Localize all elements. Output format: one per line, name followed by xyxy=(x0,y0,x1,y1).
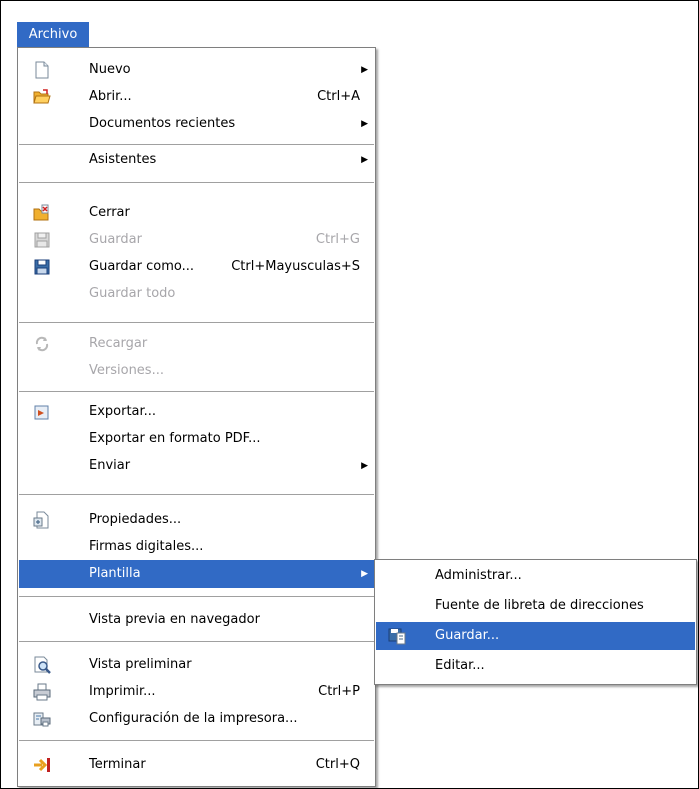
menu-item-plantilla[interactable]: Plantilla ▶ xyxy=(19,560,374,588)
menu-item-label: Versiones... xyxy=(89,363,164,378)
submenu-item-administrar[interactable]: Administrar... xyxy=(376,562,695,590)
menu-item-label: Administrar... xyxy=(435,568,522,583)
menu-item-label: Guardar todo xyxy=(89,286,176,301)
submenu-arrow-icon: ▶ xyxy=(361,119,368,129)
save-template-icon xyxy=(388,628,406,645)
menu-item-guardar-todo[interactable]: Guardar todo xyxy=(19,280,374,308)
menu-item-label: Firmas digitales... xyxy=(89,539,204,554)
menu-item-exportar[interactable]: Exportar... xyxy=(19,398,374,426)
menu-item-nuevo[interactable]: Nuevo ▶ xyxy=(19,56,374,84)
menu-item-guardar-como[interactable]: Guardar como... Ctrl+Mayusculas+S xyxy=(19,253,374,281)
submenu-arrow-icon: ▶ xyxy=(361,569,368,579)
menu-separator xyxy=(19,391,374,392)
menu-item-label: Terminar xyxy=(89,757,146,772)
menu-item-label: Vista preliminar xyxy=(89,657,192,672)
menu-item-label: Imprimir... xyxy=(89,684,156,699)
file-menu: Nuevo ▶ Abrir... Ctrl+A Documentos recie… xyxy=(17,47,376,787)
menu-item-label: Configuración de la impresora... xyxy=(89,711,298,726)
menu-separator xyxy=(19,641,374,642)
shortcut-label: Ctrl+A xyxy=(317,89,360,104)
menu-separator xyxy=(19,144,374,145)
menu-item-label: Recargar xyxy=(89,336,148,351)
menu-item-label: Fuente de libreta de direcciones xyxy=(435,598,644,613)
menu-item-label: Vista previa en navegador xyxy=(89,612,260,627)
open-folder-icon xyxy=(33,89,51,104)
menu-item-label: Plantilla xyxy=(89,566,141,581)
save-as-icon xyxy=(34,259,50,275)
submenu-arrow-icon: ▶ xyxy=(361,461,368,471)
menu-item-propiedades[interactable]: Propiedades... xyxy=(19,506,374,534)
menu-item-recargar[interactable]: Recargar xyxy=(19,330,374,358)
menu-item-label: Exportar en formato PDF... xyxy=(89,431,261,446)
properties-icon xyxy=(33,511,49,529)
submenu-arrow-icon: ▶ xyxy=(361,65,368,75)
shortcut-label: Ctrl+Q xyxy=(315,757,360,772)
close-document-icon xyxy=(33,204,49,221)
template-submenu: Administrar... Fuente de libreta de dire… xyxy=(374,559,697,685)
menu-item-configuracion-impresora[interactable]: Configuración de la impresora... xyxy=(19,705,374,733)
menu-item-label: Nuevo xyxy=(89,62,131,77)
menu-item-label: Guardar xyxy=(89,232,142,247)
shortcut-label: Ctrl+Mayusculas+S xyxy=(231,259,360,274)
printer-icon xyxy=(33,683,51,701)
menu-item-label: Guardar como... xyxy=(89,259,194,274)
menu-item-versiones[interactable]: Versiones... xyxy=(19,357,374,385)
menu-item-label: Documentos recientes xyxy=(89,116,236,131)
menu-item-vista-preliminar[interactable]: Vista preliminar xyxy=(19,651,374,679)
menu-item-exportar-pdf[interactable]: Exportar en formato PDF... xyxy=(19,425,374,453)
menu-item-abrir[interactable]: Abrir... Ctrl+A xyxy=(19,83,374,111)
menu-item-label: Propiedades... xyxy=(89,512,182,527)
menu-item-documentos-recientes[interactable]: Documentos recientes ▶ xyxy=(19,110,374,138)
printer-settings-icon xyxy=(33,712,51,727)
menu-item-terminar[interactable]: Terminar Ctrl+Q xyxy=(19,751,374,779)
menu-item-label: Cerrar xyxy=(89,205,130,220)
submenu-item-editar[interactable]: Editar... xyxy=(376,652,695,680)
menu-item-vista-previa-navegador[interactable]: Vista previa en navegador xyxy=(19,606,374,634)
menu-item-firmas-digitales[interactable]: Firmas digitales... xyxy=(19,533,374,561)
exit-icon xyxy=(34,758,50,772)
menu-separator xyxy=(19,322,374,323)
submenu-item-guardar[interactable]: Guardar... xyxy=(376,622,695,650)
menu-separator xyxy=(19,596,374,597)
export-icon xyxy=(34,405,49,420)
menu-archivo[interactable]: Archivo xyxy=(17,22,89,47)
save-icon xyxy=(34,232,50,248)
print-preview-icon xyxy=(34,656,51,674)
menu-item-label: Exportar... xyxy=(89,404,157,419)
new-document-icon xyxy=(35,61,49,79)
menu-separator xyxy=(19,494,374,495)
shortcut-label: Ctrl+P xyxy=(318,684,360,699)
menu-item-enviar[interactable]: Enviar ▶ xyxy=(19,452,374,480)
menu-item-label: Enviar xyxy=(89,458,131,473)
menu-item-label: Abrir... xyxy=(89,89,132,104)
menu-item-imprimir[interactable]: Imprimir... Ctrl+P xyxy=(19,678,374,706)
menu-item-label: Guardar... xyxy=(435,628,500,643)
submenu-item-fuente-libreta[interactable]: Fuente de libreta de direcciones xyxy=(376,592,695,620)
menu-item-guardar[interactable]: Guardar Ctrl+G xyxy=(19,226,374,254)
reload-icon xyxy=(35,336,49,352)
menu-separator xyxy=(19,740,374,741)
menu-item-label: Editar... xyxy=(435,658,485,673)
menu-item-label: Asistentes xyxy=(89,152,157,167)
menu-item-cerrar[interactable]: Cerrar xyxy=(19,199,374,227)
menu-separator xyxy=(19,182,374,183)
menu-item-asistentes[interactable]: Asistentes ▶ xyxy=(19,146,374,174)
shortcut-label: Ctrl+G xyxy=(315,232,360,247)
submenu-arrow-icon: ▶ xyxy=(361,155,368,165)
